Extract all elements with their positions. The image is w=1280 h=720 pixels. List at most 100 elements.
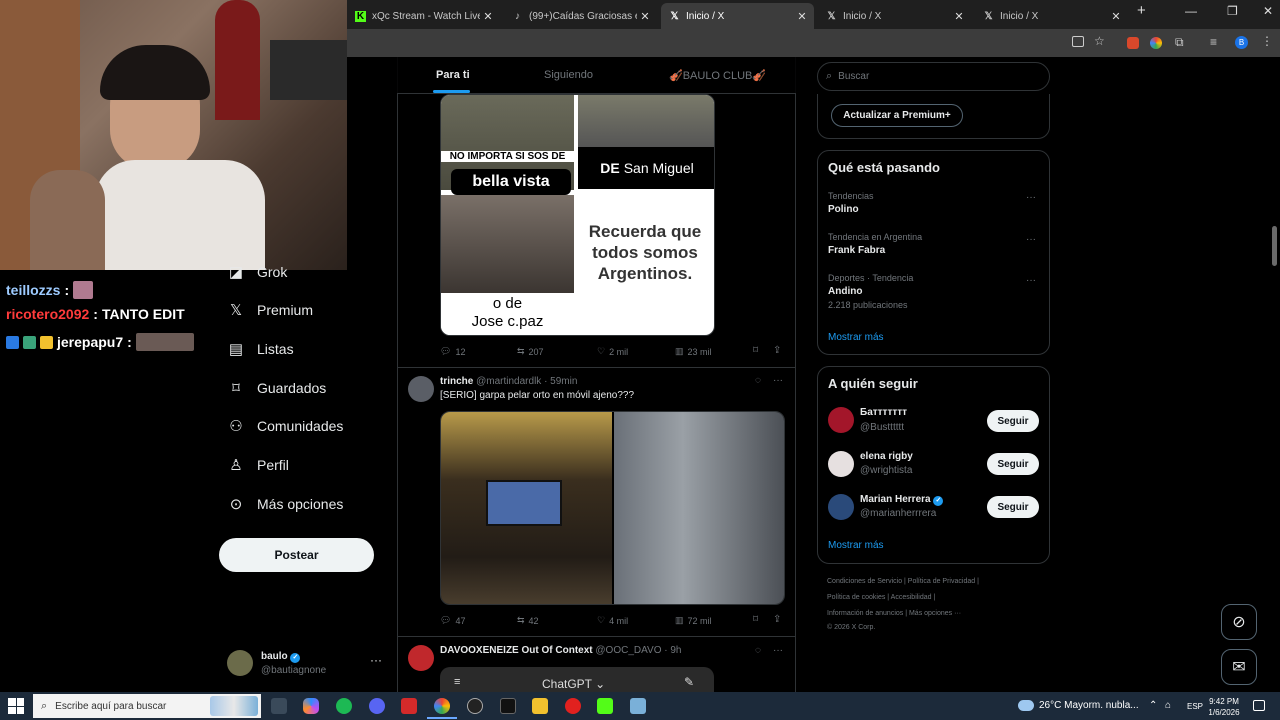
footer-links[interactable]: Información de anuncios | Más opciones ·…: [827, 610, 961, 617]
more-icon[interactable]: ···: [1026, 192, 1036, 203]
repost-button[interactable]: ⇆ 42: [517, 615, 539, 626]
taskbar-search-input[interactable]: ⌕ Escribe aquí para buscar: [33, 694, 261, 718]
spotify-icon[interactable]: [336, 698, 352, 714]
tab-x-active[interactable]: 𝕏 Inicio / X ✕: [661, 3, 814, 29]
browser-menu-icon[interactable]: ⋮: [1261, 34, 1273, 48]
chrome-icon[interactable]: [434, 698, 450, 714]
close-icon[interactable]: ✕: [637, 10, 653, 23]
more-icon[interactable]: ···: [773, 645, 783, 656]
file-explorer-icon[interactable]: [532, 698, 548, 714]
follow-name[interactable]: Marian Herrera: [860, 494, 931, 505]
follow-button[interactable]: Seguir: [987, 453, 1039, 475]
opera-icon[interactable]: [565, 698, 581, 714]
tab-x[interactable]: 𝕏 Inicio / X ✕: [818, 3, 971, 29]
tab-para-ti[interactable]: Para ti: [436, 69, 470, 81]
close-icon[interactable]: ✕: [794, 10, 810, 23]
share-icon[interactable]: ⇪: [773, 614, 781, 625]
avatar[interactable]: [828, 407, 854, 433]
extensions-puzzle-icon[interactable]: ⧉: [1175, 35, 1184, 50]
like-button[interactable]: ♡ 2 mil: [597, 346, 628, 357]
footer-links[interactable]: Política de cookies | Accesibilidad |: [827, 594, 935, 601]
obs-icon[interactable]: [467, 698, 483, 714]
clock[interactable]: 9:42 PM 1/6/2026: [1203, 696, 1245, 718]
avatar[interactable]: [408, 376, 434, 402]
footer-links[interactable]: Condiciones de Servicio | Política de Pr…: [827, 578, 979, 585]
bookmark-star-icon[interactable]: ☆: [1094, 34, 1105, 48]
post-button[interactable]: Postear: [219, 538, 374, 572]
more-icon[interactable]: ···: [1026, 234, 1036, 245]
nav-communities[interactable]: ⚇ Comunidades: [227, 417, 343, 435]
weather-widget[interactable]: 26°C Mayorm. nubla...: [1018, 700, 1139, 711]
trend-item[interactable]: Tendencias Polino: [828, 191, 1040, 215]
profile-avatar[interactable]: B: [1235, 36, 1248, 49]
bookmark-icon[interactable]: ⌑: [753, 345, 758, 356]
author-name[interactable]: trinche: [440, 376, 473, 387]
install-app-icon[interactable]: [1072, 36, 1084, 47]
tweet-media[interactable]: [440, 411, 785, 605]
trend-item[interactable]: Tendencia en Argentina Frank Fabra: [828, 232, 1040, 256]
grok-floating-button[interactable]: ⊘: [1221, 604, 1257, 640]
new-tab-icon[interactable]: +: [1137, 2, 1146, 19]
tray-chevron-icon[interactable]: ⌃: [1149, 700, 1157, 711]
notes-app-icon[interactable]: [630, 698, 646, 714]
extension-icon[interactable]: [1127, 37, 1139, 49]
share-icon[interactable]: ⇪: [773, 345, 781, 356]
tweet-time[interactable]: · 9h: [664, 645, 681, 656]
show-more-link[interactable]: Mostrar más: [828, 332, 884, 343]
notification-icon[interactable]: [1253, 700, 1265, 711]
messages-floating-button[interactable]: ✉: [1221, 649, 1257, 685]
close-icon[interactable]: ✕: [1108, 10, 1124, 23]
more-icon[interactable]: ···: [370, 653, 382, 667]
media-control-icon[interactable]: ≡: [1210, 35, 1217, 49]
tweet-media[interactable]: NO IMPORTA SI SOS DE bella vista DE San …: [440, 94, 715, 336]
network-icon[interactable]: ⌂: [1165, 700, 1171, 711]
grok-explain-icon[interactable]: ◌: [755, 645, 761, 656]
avatar[interactable]: [828, 494, 854, 520]
bookmark-icon[interactable]: ⌑: [753, 614, 758, 625]
close-icon[interactable]: ✕: [951, 10, 967, 23]
reply-button[interactable]: 💬︎ 47: [440, 615, 465, 626]
account-switcher[interactable]: baulo ✓ @bautiagnone ···: [219, 645, 389, 681]
views-button[interactable]: ▥ 72 mil: [675, 615, 712, 626]
scrollbar-thumb[interactable]: [1272, 226, 1277, 266]
tab-x[interactable]: 𝕏 Inicio / X ✕: [975, 3, 1128, 29]
close-icon[interactable]: ✕: [480, 10, 496, 23]
tab-baulo-club[interactable]: 🎻BAULO CLUB🎻: [669, 69, 766, 82]
more-icon[interactable]: ···: [1026, 275, 1036, 286]
minimize-icon[interactable]: —: [1185, 4, 1197, 18]
window-close-icon[interactable]: ✕: [1263, 4, 1273, 18]
nav-bookmarks[interactable]: ⌑ Guardados: [227, 379, 326, 397]
follow-name[interactable]: elena rigby: [860, 451, 913, 462]
extension-icon[interactable]: [1150, 37, 1162, 49]
avatar[interactable]: [828, 451, 854, 477]
reply-button[interactable]: 💬︎ 12: [440, 346, 465, 357]
like-button[interactable]: ♡ 4 mil: [597, 615, 628, 626]
nav-more[interactable]: ⊙ Más opciones: [227, 495, 344, 513]
author-name[interactable]: DAVOOXENEIZE Out Of Context: [440, 645, 593, 656]
premium-plus-button[interactable]: Actualizar a Premium+: [831, 104, 963, 127]
grok-explain-icon[interactable]: ◌: [755, 375, 761, 386]
show-more-link[interactable]: Mostrar más: [828, 540, 884, 551]
copilot-icon[interactable]: [303, 698, 319, 714]
author-handle[interactable]: @OOC_DAVO: [595, 645, 661, 656]
task-view-icon[interactable]: [271, 698, 287, 714]
follow-button[interactable]: Seguir: [987, 496, 1039, 518]
nav-grok[interactable]: ◪ Grok: [227, 263, 287, 281]
tab-kick[interactable]: K xQc Stream - Watch Live on Kick ✕: [347, 3, 500, 29]
search-input[interactable]: ⌕ Buscar: [817, 62, 1050, 91]
follow-button[interactable]: Seguir: [987, 410, 1039, 432]
restore-icon[interactable]: ❐: [1227, 4, 1238, 18]
tab-tiktok[interactable]: ♪ (99+)Caídas Graciosas en la Esc ✕: [504, 3, 657, 29]
trend-item[interactable]: Deportes · Tendencia Andino 2.218 public…: [828, 273, 1040, 310]
discord-icon[interactable]: [369, 698, 385, 714]
capcut-icon[interactable]: [500, 698, 516, 714]
language-indicator[interactable]: ESP: [1187, 702, 1203, 711]
windows-start-icon[interactable]: [8, 698, 24, 714]
follow-handle[interactable]: @wrightista: [860, 465, 912, 476]
follow-name[interactable]: Бaттттттт: [860, 407, 907, 418]
nav-profile[interactable]: ♙ Perfil: [227, 456, 289, 474]
follow-handle[interactable]: @marianherrrera: [860, 508, 936, 519]
follow-handle[interactable]: @Bustttttt: [860, 422, 904, 433]
views-button[interactable]: ▥ 23 mil: [675, 346, 712, 357]
author-handle[interactable]: @martindardlk: [476, 376, 541, 387]
